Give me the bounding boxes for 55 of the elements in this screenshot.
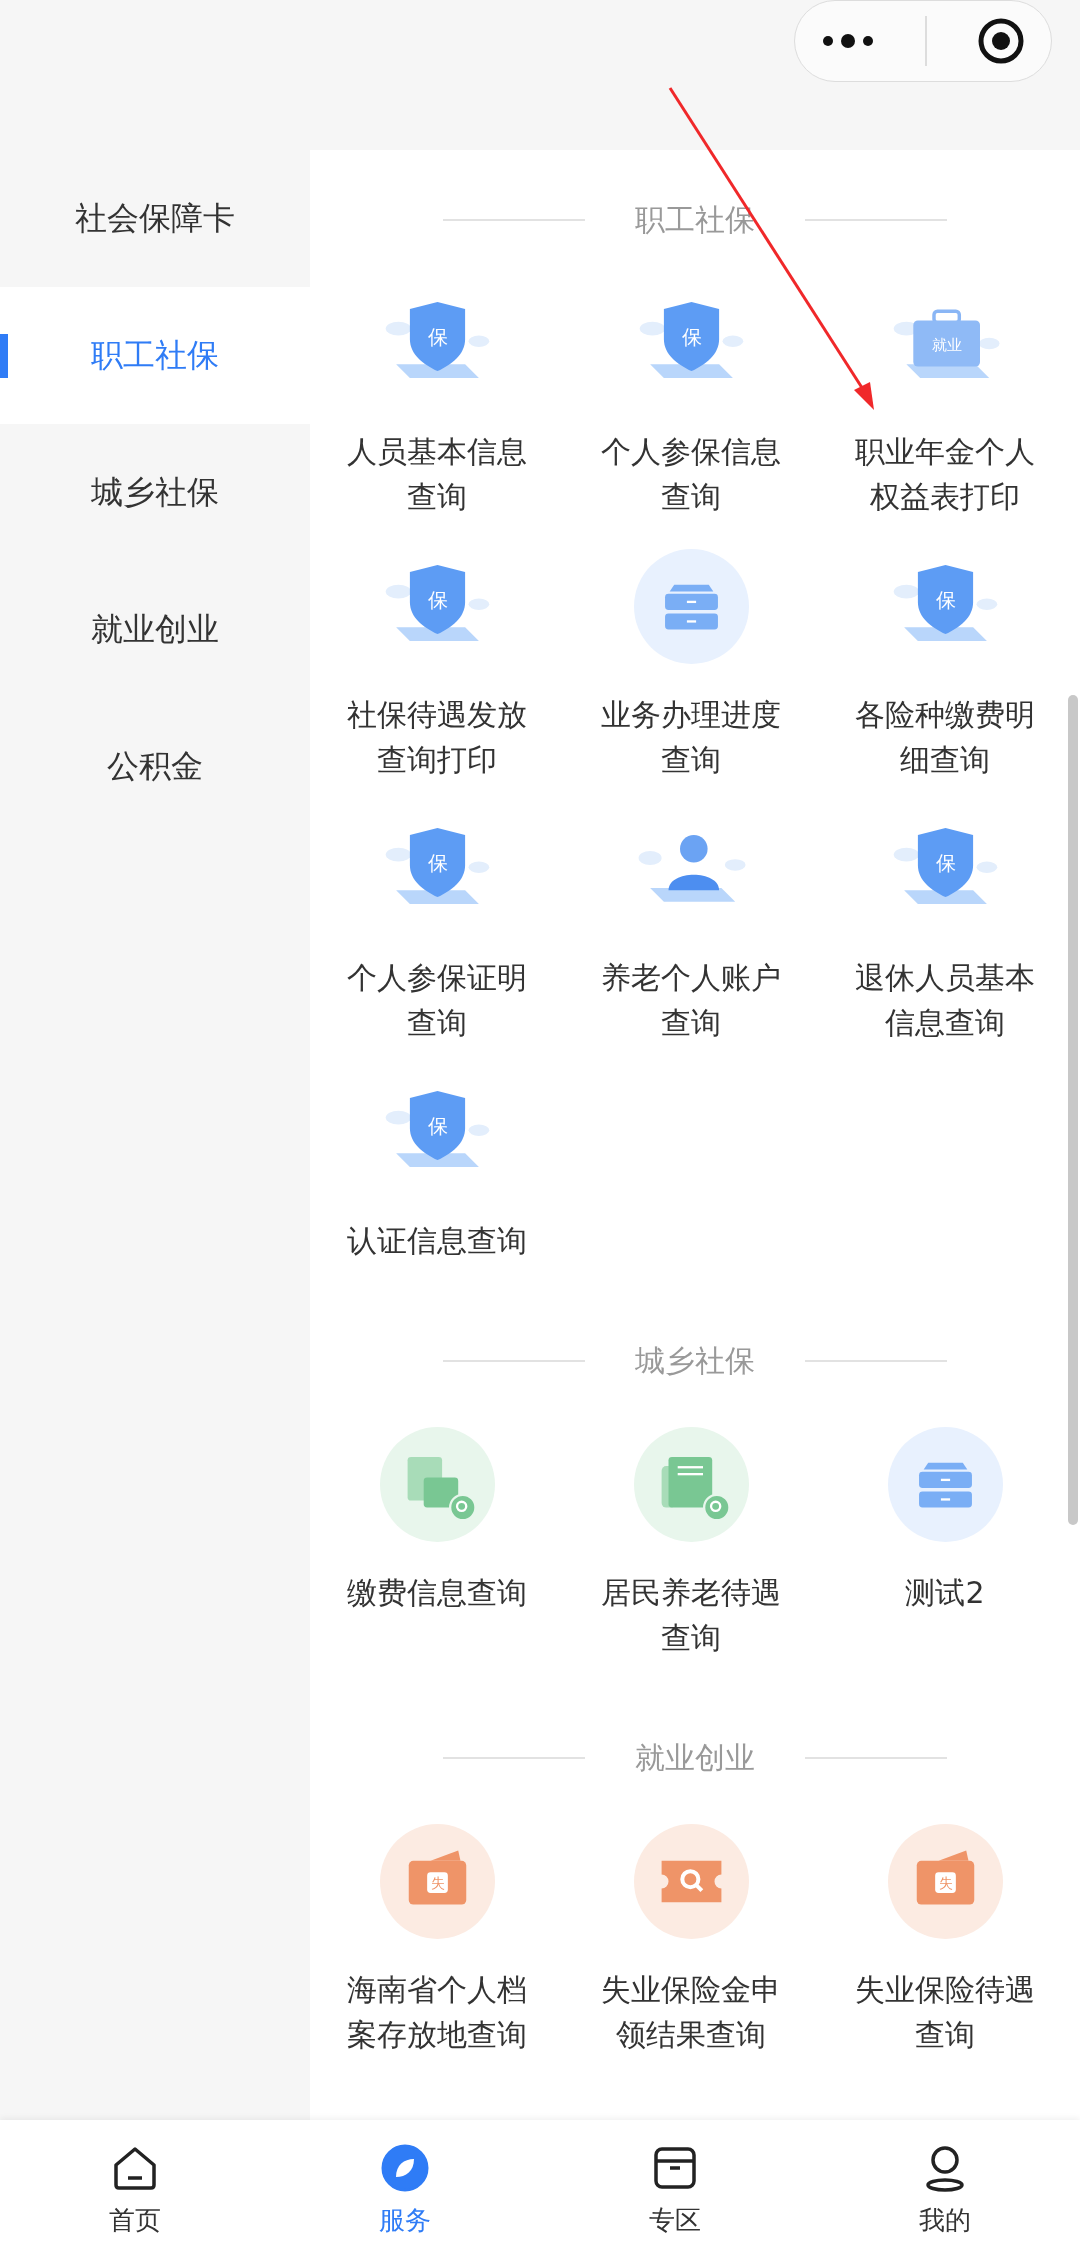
- service-label[interactable]: 失业保险待遇查询: [853, 1967, 1037, 2057]
- service-label[interactable]: 职业年金个人权益表打印: [853, 429, 1037, 519]
- service-label[interactable]: 业务办理进度查询: [599, 692, 783, 782]
- service-label[interactable]: 个人参保信息查询: [599, 429, 783, 519]
- icon-glyph: 就业: [931, 336, 962, 355]
- shield-icon[interactable]: [893, 565, 997, 641]
- icon-glyph: 保: [681, 325, 701, 349]
- service-label[interactable]: 养老个人账户查询: [599, 955, 783, 1045]
- sidebar-item[interactable]: 城乡社保: [0, 424, 310, 561]
- service-label[interactable]: 测试2: [853, 1570, 1037, 1615]
- service-label[interactable]: 退休人员基本信息查询: [853, 955, 1037, 1045]
- icon-glyph: 保: [427, 1114, 447, 1138]
- nav-tab[interactable]: 专区: [540, 2120, 810, 2261]
- service-label[interactable]: 各险种缴费明细查询: [853, 692, 1037, 782]
- nav-tab[interactable]: 服务: [270, 2120, 540, 2261]
- shield-icon[interactable]: [385, 565, 489, 641]
- shield-icon[interactable]: [893, 828, 997, 904]
- service-label[interactable]: 缴费信息查询: [345, 1570, 529, 1615]
- shield-icon[interactable]: [385, 828, 489, 904]
- shield-icon[interactable]: [385, 1091, 489, 1167]
- sidebar-item[interactable]: 职工社保: [0, 287, 310, 424]
- sidebar-item[interactable]: 社会保障卡: [0, 150, 310, 287]
- service-label[interactable]: 海南省个人档案存放地查询: [345, 1967, 529, 2057]
- ticket-search-icon[interactable]: [633, 1824, 749, 1939]
- nav-tab[interactable]: 首页: [0, 2120, 270, 2261]
- leaf-icon: [380, 2143, 430, 2193]
- icon-glyph: 保: [427, 325, 447, 349]
- ledger-search-icon[interactable]: [633, 1427, 749, 1542]
- nav-tab[interactable]: 我的: [810, 2120, 1080, 2261]
- icon-glyph: 失: [430, 1875, 444, 1892]
- wallet-icon[interactable]: [379, 1824, 495, 1939]
- icon-glyph: 保: [935, 851, 955, 875]
- icon-glyph: 保: [427, 851, 447, 875]
- briefcase-icon[interactable]: [893, 309, 1000, 378]
- sidebar-item[interactable]: 公积金: [0, 698, 310, 835]
- sidebar-item[interactable]: 就业创业: [0, 561, 310, 698]
- service-label[interactable]: 人员基本信息查询: [345, 429, 529, 519]
- service-label[interactable]: 认证信息查询: [345, 1218, 529, 1263]
- service-label[interactable]: 社保待遇发放查询打印: [345, 692, 529, 782]
- drawer-icon[interactable]: [633, 549, 749, 664]
- section-title: 城乡社保: [635, 1341, 755, 1380]
- section-title: 就业创业: [635, 1738, 755, 1777]
- icon-glyph: 保: [935, 588, 955, 612]
- wallet-icon[interactable]: [887, 1824, 1003, 1939]
- bill-search-icon[interactable]: [379, 1427, 495, 1542]
- section-title: 职工社保: [635, 200, 755, 239]
- service-label[interactable]: 失业保险金申领结果查询: [599, 1967, 783, 2057]
- drawer-icon[interactable]: [887, 1427, 1003, 1542]
- service-label[interactable]: 个人参保证明查询: [345, 955, 529, 1045]
- icon-glyph: 失: [938, 1875, 952, 1892]
- service-label[interactable]: 居民养老待遇查询: [599, 1570, 783, 1660]
- shield-icon[interactable]: [639, 302, 743, 378]
- scrollbar[interactable]: [1068, 695, 1078, 1525]
- icon-glyph: 保: [427, 588, 447, 612]
- shield-icon[interactable]: [385, 302, 489, 378]
